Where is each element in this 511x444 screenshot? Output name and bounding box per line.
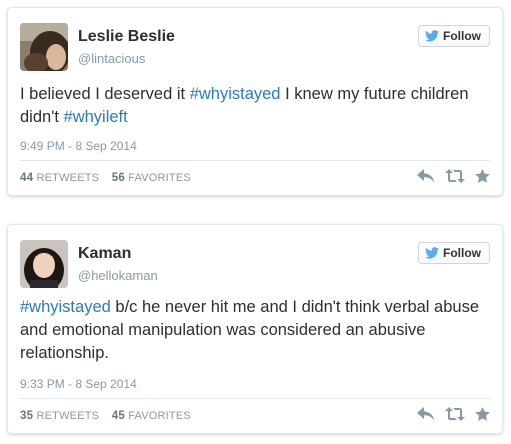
tweet-actions [417,169,490,183]
favorite-count[interactable]: 45 [112,410,125,422]
favorite-count[interactable]: 56 [112,172,125,184]
user-handle[interactable]: @lintacious [78,51,145,66]
follow-button[interactable]: Follow [418,25,490,47]
avatar[interactable] [20,240,68,288]
hashtag-link[interactable]: #whyistayed [190,85,281,103]
tweet-stats: 35 RETWEETS 45 FAVORITES [20,410,191,422]
retweet-icon[interactable] [445,407,465,421]
tweet-actions [417,407,490,421]
follow-label: Follow [443,29,481,43]
tweet-card: Leslie Beslie @lintacious Follow I belie… [7,7,503,196]
tweet-text: #whyistayed b/c he never hit me and I di… [20,296,486,365]
tweet-card: Kaman @hellokaman Follow #whyistayed b/c… [7,224,503,434]
divider [20,398,490,399]
hashtag-link[interactable]: #whyistayed [20,298,111,316]
tweet-stats: 44 RETWEETS 56 FAVORITES [20,172,191,184]
avatar[interactable] [20,23,68,71]
retweet-icon[interactable] [445,169,465,183]
hashtag-link[interactable]: #whyileft [64,108,128,126]
tweet-text-part: I believed I deserved it [20,85,190,103]
reply-icon[interactable] [417,169,435,183]
follow-button[interactable]: Follow [418,242,490,264]
user-handle[interactable]: @hellokaman [78,268,158,283]
follow-label: Follow [443,246,481,260]
tweet-timestamp[interactable]: 9:33 PM - 8 Sep 2014 [20,377,137,391]
divider [20,160,490,161]
twitter-bird-icon [425,247,439,259]
retweet-count-label: RETWEETS [36,410,100,422]
twitter-bird-icon [425,30,439,42]
reply-icon[interactable] [417,407,435,421]
tweet-text: I believed I deserved it #whyistayed I k… [20,83,486,129]
display-name[interactable]: Leslie Beslie [78,28,175,46]
star-icon[interactable] [475,169,490,183]
display-name[interactable]: Kaman [78,245,131,263]
favorite-count-label: FAVORITES [128,172,191,184]
star-icon[interactable] [475,407,490,421]
tweet-timestamp[interactable]: 9:49 PM - 8 Sep 2014 [20,139,137,153]
retweet-count[interactable]: 35 [20,410,33,422]
retweet-count-label: RETWEETS [36,172,100,184]
retweet-count[interactable]: 44 [20,172,33,184]
favorite-count-label: FAVORITES [128,410,191,422]
